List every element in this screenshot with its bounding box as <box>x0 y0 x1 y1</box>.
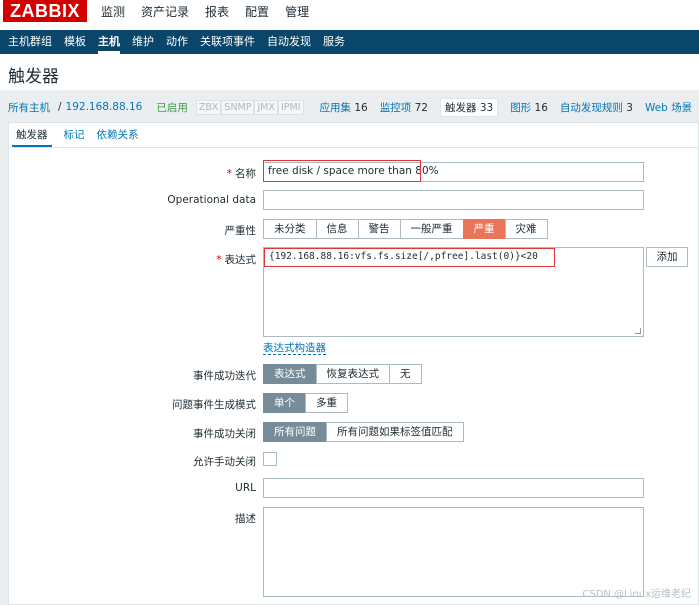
ok-event-label: 事件成功迭代 <box>193 370 256 382</box>
watermark: CSDN @Linux运维老纪 <box>582 589 691 600</box>
severity-average[interactable]: 一般严重 <box>399 219 464 239</box>
severity-high[interactable]: 严重 <box>462 219 506 239</box>
severity-warning[interactable]: 警告 <box>357 219 401 239</box>
sub-nav: 主机群组 模板 主机 维护 动作 关联项事件 自动发现 服务 <box>0 30 699 54</box>
severity-selector: 未分类 信息 警告 一般严重 严重 灾难 <box>263 219 548 239</box>
resize-handle[interactable] <box>635 328 641 334</box>
menu-administration[interactable]: 管理 <box>277 3 317 20</box>
breadcrumb-all-hosts[interactable]: 所有主机 <box>8 100 50 115</box>
breadcrumb-separator: / <box>58 101 62 113</box>
severity-not-classified[interactable]: 未分类 <box>263 219 317 239</box>
severity-information[interactable]: 信息 <box>315 219 359 239</box>
subnav-maintenance[interactable]: 维护 <box>126 30 160 54</box>
description-textarea[interactable] <box>263 507 644 597</box>
tab-divider <box>9 147 699 148</box>
page-title: 触发器 <box>8 67 59 86</box>
breadcrumb-host[interactable]: 192.168.88.16 <box>66 101 143 113</box>
url-label: URL <box>235 482 256 494</box>
menu-configuration[interactable]: 配置 <box>237 3 277 20</box>
subnav-hosts[interactable]: 主机 <box>92 30 126 54</box>
interface-jmx: JMX <box>254 99 278 115</box>
subnav-discovery[interactable]: 自动发现 <box>261 30 317 54</box>
expression-highlight-box <box>264 248 555 267</box>
problem-mode-selector: 单个 多重 <box>263 393 348 413</box>
host-tab-discovery-rules[interactable]: 自动发现规则 3 <box>560 100 633 115</box>
interface-badges: ZBX SNMP JMX IPMI <box>195 99 304 115</box>
subnav-services[interactable]: 服务 <box>317 30 351 54</box>
severity-label: 严重性 <box>224 225 257 237</box>
host-tab-graphs[interactable]: 图形 16 <box>510 100 548 115</box>
host-status-badge[interactable]: 已启用 <box>156 100 188 115</box>
problem-mode-label: 问题事件生成模式 <box>172 399 256 411</box>
subnav-templates[interactable]: 模板 <box>58 30 92 54</box>
subnav-host-groups[interactable]: 主机群组 <box>0 30 58 54</box>
ok-event-recovery-expression[interactable]: 恢复表达式 <box>315 364 390 384</box>
expression-builder-link[interactable]: 表达式构造器 <box>263 342 326 355</box>
menu-monitoring[interactable]: 监测 <box>93 3 133 20</box>
ok-event-none[interactable]: 无 <box>389 364 422 384</box>
opdata-input[interactable] <box>263 190 644 210</box>
interface-ipmi: IPMI <box>278 99 304 115</box>
host-tab-applications[interactable]: 应用集 16 <box>320 100 368 115</box>
menu-reports[interactable]: 报表 <box>197 3 237 20</box>
form-tab-tags[interactable]: 标记 <box>64 127 85 148</box>
breadcrumb: 所有主机 / 192.168.88.16 已启用 ZBX SNMP JMX IP… <box>8 97 699 117</box>
form-tab-trigger[interactable]: 触发器 <box>12 127 52 148</box>
description-label: 描述 <box>235 513 256 525</box>
zabbix-logo[interactable]: ZABBIX <box>3 0 87 22</box>
host-tab-web-scenarios[interactable]: Web 场景 <box>645 100 692 115</box>
form-tabs: 触发器 标记 依赖关系 <box>8 127 151 148</box>
interface-zbx: ZBX <box>195 99 222 115</box>
ok-close-all-problems[interactable]: 所有问题 <box>263 422 327 442</box>
name-highlight-box <box>263 160 421 182</box>
ok-event-expression[interactable]: 表达式 <box>263 364 317 384</box>
form-tab-dependencies[interactable]: 依赖关系 <box>97 127 139 148</box>
menu-inventory[interactable]: 资产记录 <box>133 3 197 20</box>
subnav-correlation[interactable]: 关联项事件 <box>194 30 261 54</box>
name-label: * 名称 <box>226 168 256 180</box>
problem-mode-single[interactable]: 单个 <box>263 393 306 413</box>
add-expression-button[interactable]: 添加 <box>646 247 688 267</box>
host-tab-items[interactable]: 监控项 72 <box>380 100 428 115</box>
url-input[interactable] <box>263 478 644 498</box>
manual-close-checkbox[interactable] <box>263 452 277 466</box>
opdata-label: Operational data <box>167 194 256 206</box>
expression-label: * 表达式 <box>216 254 256 266</box>
problem-mode-multiple[interactable]: 多重 <box>305 393 348 413</box>
interface-snmp: SNMP <box>221 99 255 115</box>
manual-close-label: 允许手动关闭 <box>193 456 256 468</box>
top-bar: ZABBIX 监测 资产记录 报表 配置 管理 <box>0 0 699 22</box>
ok-close-tag-match[interactable]: 所有问题如果标签值匹配 <box>326 422 464 442</box>
ok-close-label: 事件成功关闭 <box>193 428 256 440</box>
ok-event-selector: 表达式 恢复表达式 无 <box>263 364 422 384</box>
subnav-actions[interactable]: 动作 <box>160 30 194 54</box>
top-menu: 监测 资产记录 报表 配置 管理 <box>93 3 317 20</box>
host-tab-triggers[interactable]: 触发器 33 <box>439 97 499 117</box>
severity-disaster[interactable]: 灾难 <box>504 219 548 239</box>
ok-close-selector: 所有问题 所有问题如果标签值匹配 <box>263 422 464 442</box>
